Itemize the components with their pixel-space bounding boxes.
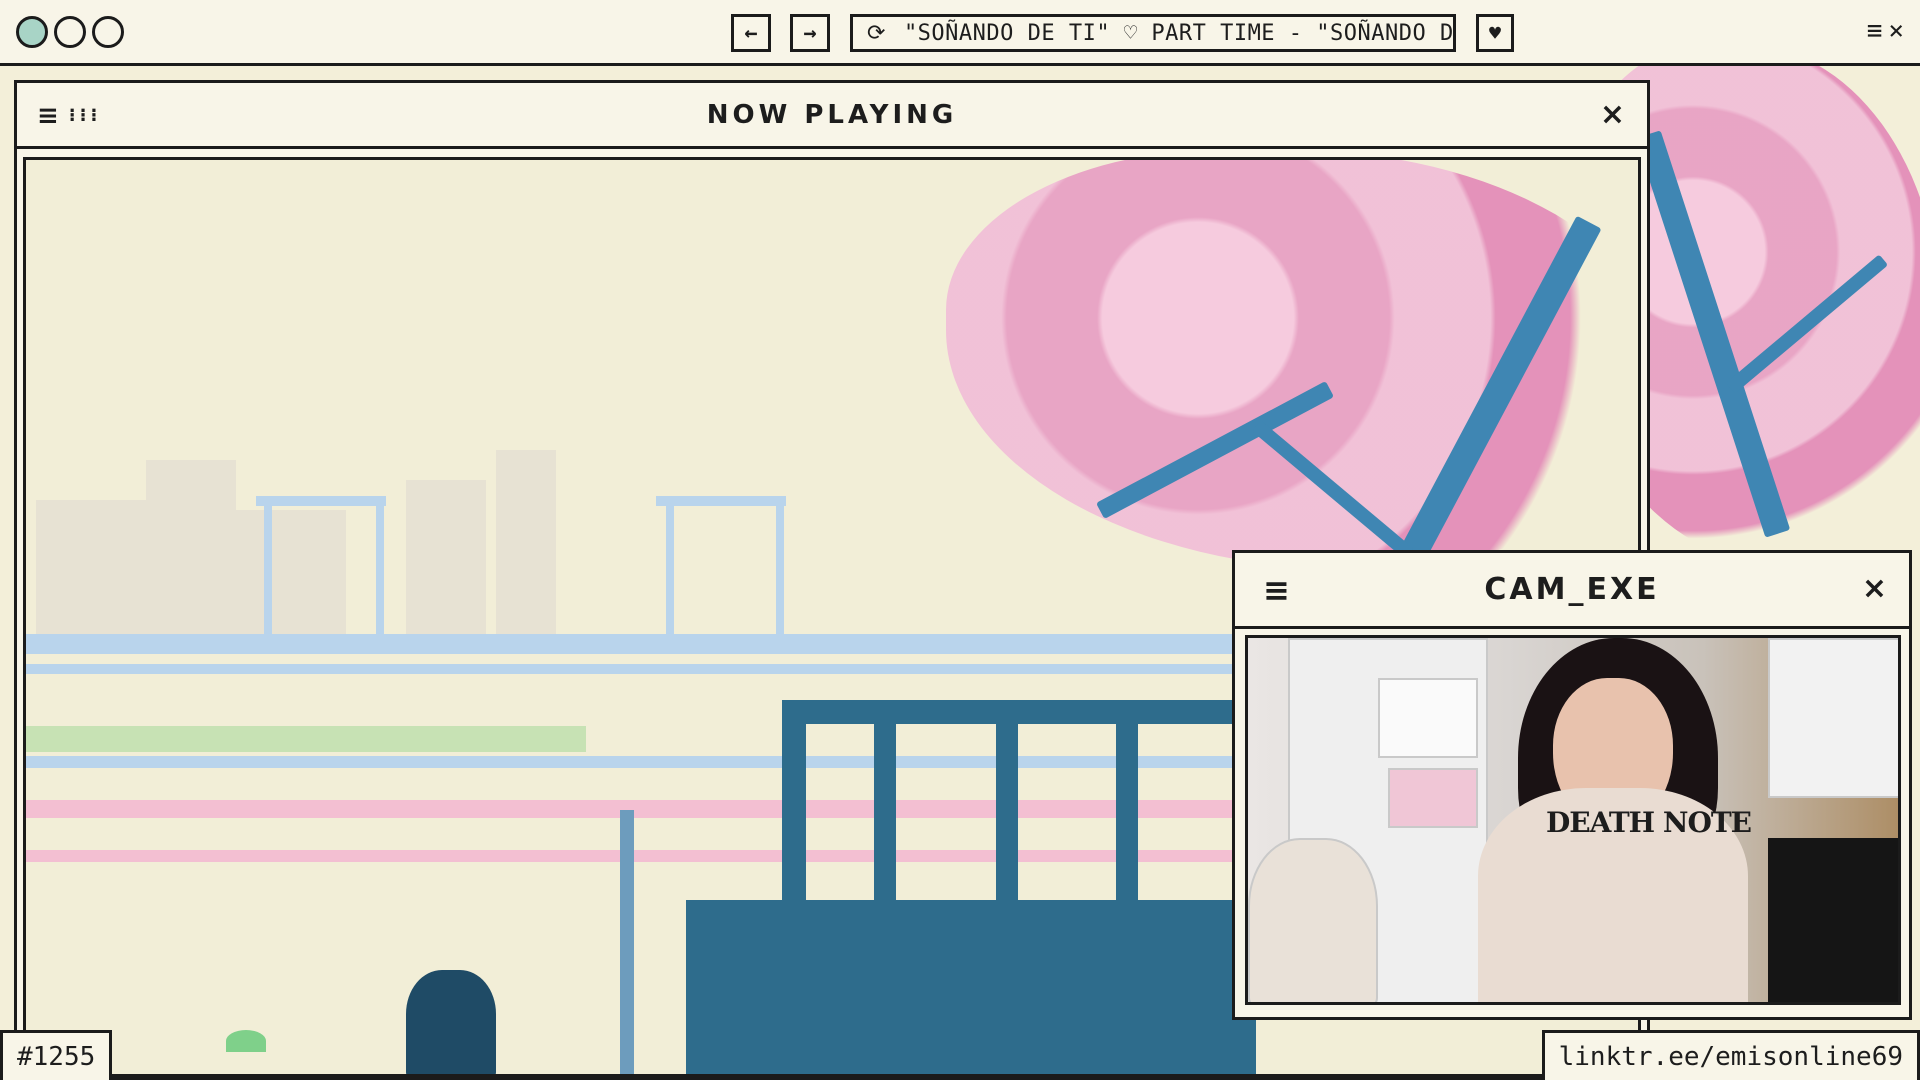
- fence-rail: [782, 700, 1262, 724]
- power-line: [256, 496, 386, 506]
- fence-post: [996, 720, 1018, 900]
- cam-titlebar: ≡ CAM_EXE ×: [1235, 553, 1909, 629]
- cherry-blossom: [946, 160, 1638, 570]
- forward-button[interactable]: →: [790, 14, 830, 52]
- window-dot[interactable]: [92, 16, 124, 48]
- wall-block: [686, 900, 1256, 1074]
- shirt-print: DEATH NOTE: [1546, 806, 1752, 839]
- cat-silhouette: [406, 970, 496, 1074]
- power-pole: [264, 500, 272, 650]
- close-icon[interactable]: ×: [1888, 16, 1904, 46]
- menu-icon[interactable]: ≡: [1263, 571, 1294, 609]
- window-icons: ≡ ⁝⁝⁝: [37, 101, 101, 131]
- rail-track: [26, 850, 1256, 862]
- window-title: CAM_EXE: [1484, 572, 1660, 607]
- keyboard: [1388, 768, 1478, 828]
- building: [496, 450, 556, 640]
- window-dot[interactable]: [16, 16, 48, 48]
- power-pole: [666, 500, 674, 650]
- webcam-feed: DEATH NOTE: [1245, 635, 1901, 1005]
- rail-track: [26, 800, 1256, 818]
- rail-track: [26, 664, 1256, 674]
- menu-icon[interactable]: ≡: [37, 101, 63, 131]
- address-bar[interactable]: ⟳ "SOÑANDO DE TI" ♡ PART TIME - "SOÑANDO…: [850, 14, 1456, 52]
- building: [146, 460, 236, 640]
- grid-icon[interactable]: ⁝⁝⁝: [69, 105, 102, 131]
- window-dot[interactable]: [54, 16, 86, 48]
- link-tag[interactable]: linktr.ee/emisonline69: [1541, 1030, 1920, 1080]
- bookmark-button[interactable]: ♥: [1476, 14, 1514, 52]
- close-icon[interactable]: ×: [1862, 571, 1891, 606]
- menu-icon[interactable]: ≡: [1867, 16, 1883, 46]
- browser-toolbar: ← → ⟳ "SOÑANDO DE TI" ♡ PART TIME - "SOÑ…: [0, 0, 1920, 66]
- fence-post: [782, 700, 806, 900]
- building: [236, 510, 346, 640]
- toolbar-right: ≡ ×: [1867, 16, 1904, 46]
- fence-post: [1116, 720, 1138, 900]
- linktree-link[interactable]: linktr.ee/emisonline69: [1559, 1042, 1903, 1072]
- cube-shelf: [1768, 638, 1898, 798]
- back-button[interactable]: ←: [731, 14, 771, 52]
- rail-track: [26, 634, 1256, 654]
- address-text: "SOÑANDO DE TI" ♡ PART TIME - "SOÑANDO D…: [903, 20, 1454, 46]
- heart-icon: ♥: [1488, 21, 1502, 45]
- rail-track: [26, 756, 1256, 768]
- close-icon[interactable]: ×: [1600, 97, 1629, 132]
- refresh-icon[interactable]: ⟳: [867, 21, 886, 46]
- now-playing-titlebar: ≡ ⁝⁝⁝ NOW PLAYING ×: [17, 83, 1647, 149]
- power-pole: [776, 500, 784, 650]
- power-line: [656, 496, 786, 506]
- building: [406, 480, 486, 640]
- grass-strip: [26, 726, 586, 752]
- arrow-left-icon: ←: [744, 20, 758, 46]
- dark-object: [1768, 838, 1898, 1002]
- speaker: [1378, 678, 1478, 758]
- cam-window: ≡ CAM_EXE × DEATH NOTE: [1232, 550, 1912, 1020]
- bird-sprite: [226, 1030, 266, 1052]
- window-title: NOW PLAYING: [706, 99, 958, 130]
- stream-id: #1255: [17, 1041, 96, 1072]
- arrow-right-icon: →: [803, 20, 817, 46]
- power-pole: [376, 500, 384, 650]
- building: [36, 500, 146, 640]
- chair: [1248, 838, 1378, 1002]
- window-controls: [16, 16, 124, 48]
- fence-post: [874, 720, 896, 900]
- stream-id-tag: #1255: [0, 1030, 113, 1080]
- utility-pole: [620, 810, 634, 1074]
